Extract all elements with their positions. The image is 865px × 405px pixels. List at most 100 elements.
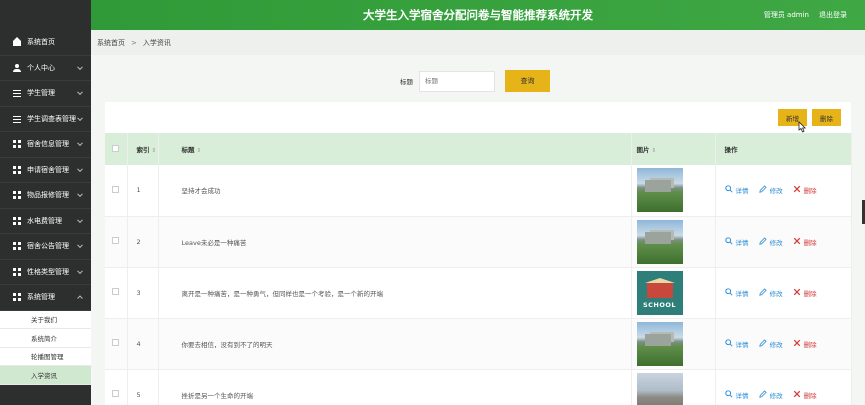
- row-index: 3: [127, 267, 159, 319]
- detail-button[interactable]: 详情: [724, 185, 749, 195]
- row-select-cell: [105, 165, 128, 217]
- row-checkbox[interactable]: [112, 390, 120, 397]
- submenu-item-intro[interactable]: 系统简介: [0, 329, 91, 348]
- search-bar: 标题 查询: [400, 70, 550, 92]
- grid-icon: [13, 191, 21, 200]
- row-index: 4: [127, 318, 159, 370]
- submenu-item-about[interactable]: 关于我们: [0, 311, 91, 329]
- detail-button[interactable]: 详情: [724, 338, 749, 349]
- select-all-checkbox[interactable]: [112, 144, 120, 152]
- delete-label: 删除: [803, 340, 817, 349]
- detail-button[interactable]: 详情: [724, 287, 749, 298]
- row-title: 坚持才会成功: [158, 165, 632, 217]
- delete-button[interactable]: 删除: [793, 390, 817, 400]
- delete-button[interactable]: 删除: [793, 288, 817, 298]
- batch-delete-button[interactable]: 删除: [812, 109, 841, 126]
- system-submenu: 关于我们 系统简介 轮播图管理 入学资讯: [0, 310, 91, 385]
- grid-icon: [13, 216, 21, 225]
- breadcrumb-current: 入学资讯: [142, 38, 171, 47]
- sidebar-item-dorm-application[interactable]: 申请宿舍管理: [0, 158, 91, 183]
- chevron-down-icon: [77, 64, 83, 70]
- row-checkbox[interactable]: [112, 339, 120, 346]
- detail-label: 详情: [735, 289, 749, 298]
- sort-icon[interactable]: ⇕: [197, 148, 202, 154]
- table-body: 1 坚持才会成功 详情 修改 删除 2 Leave未必是一种痛苦 详情 修改 删…: [105, 165, 852, 405]
- row-image[interactable]: [636, 321, 683, 366]
- row-select-cell: [105, 318, 128, 370]
- sidebar-item-system[interactable]: 系统管理: [0, 285, 91, 311]
- close-icon: [793, 339, 804, 349]
- row-image-cell: [631, 165, 716, 217]
- chevron-down-icon: [77, 89, 83, 96]
- close-icon: [793, 288, 804, 298]
- edit-button[interactable]: 修改: [758, 389, 783, 400]
- close-icon: [793, 185, 804, 195]
- detail-label: 详情: [735, 238, 749, 247]
- edit-button[interactable]: 修改: [758, 287, 783, 298]
- title-search-input[interactable]: [419, 70, 495, 92]
- delete-button[interactable]: 删除: [793, 237, 817, 247]
- sidebar-item-repair[interactable]: 物品报修管理: [0, 183, 91, 209]
- row-image-cell: SCHOOL: [631, 267, 716, 319]
- sidebar-item-personal-center[interactable]: 个人中心: [0, 56, 91, 81]
- delete-label: 删除: [803, 238, 817, 247]
- row-image[interactable]: SCHOOL: [636, 270, 683, 315]
- table-row: 2 Leave未必是一种痛苦 详情 修改 删除: [105, 216, 852, 268]
- row-image-cell: [631, 369, 716, 405]
- search-icon: [724, 287, 736, 298]
- row-index: 2: [127, 216, 159, 268]
- search-icon: [724, 389, 736, 400]
- row-image-cell: [631, 318, 716, 370]
- chevron-down-icon: [77, 166, 83, 172]
- app-title: 大学生入学宿舍分配问卷与智能推荐系统开发: [363, 8, 593, 22]
- sidebar-item-student-management[interactable]: 学生管理: [0, 81, 91, 107]
- row-checkbox[interactable]: [112, 288, 120, 295]
- logout-link[interactable]: 退出登录: [819, 10, 847, 20]
- index-header-label: 索引: [136, 146, 150, 154]
- table-row: 4 你要去相信，没有到不了的明天 详情 修改 删除: [105, 318, 852, 370]
- search-icon: [724, 185, 736, 195]
- sidebar-item-dorm-info[interactable]: 宿舍信息管理: [0, 132, 91, 158]
- row-image[interactable]: [636, 372, 683, 405]
- sidebar-item-utilities[interactable]: 水电费管理: [0, 209, 91, 234]
- table-header-row: 索引 ⇕ 标题 ⇕ 图片 ⇕ 操作: [105, 133, 852, 165]
- detail-label: 详情: [735, 340, 749, 349]
- row-image[interactable]: [636, 168, 683, 213]
- home-icon: [13, 37, 21, 47]
- row-checkbox[interactable]: [112, 185, 120, 193]
- query-button[interactable]: 查询: [505, 70, 550, 92]
- sidebar-item-announcements[interactable]: 宿舍公告管理: [0, 234, 91, 260]
- delete-button[interactable]: 删除: [793, 185, 817, 195]
- chevron-down-icon: [77, 242, 83, 249]
- row-actions: 详情 修改 删除: [715, 165, 852, 217]
- sidebar-item-home[interactable]: 系统首页: [0, 30, 91, 56]
- edit-button[interactable]: 修改: [758, 185, 783, 195]
- sort-icon[interactable]: ⇕: [652, 148, 657, 154]
- sidebar-item-personality[interactable]: 性格类型管理: [0, 260, 91, 285]
- breadcrumb-home[interactable]: 系统首页: [97, 38, 125, 48]
- row-checkbox[interactable]: [112, 237, 120, 244]
- submenu-item-news[interactable]: 入学资讯: [0, 366, 91, 385]
- detail-button[interactable]: 详情: [724, 236, 749, 247]
- select-all-cell: [105, 133, 128, 165]
- edit-label: 修改: [769, 340, 783, 349]
- detail-label: 详情: [735, 391, 749, 400]
- delete-button[interactable]: 删除: [793, 339, 817, 349]
- sidebar-item-label: 水电费管理: [27, 216, 62, 225]
- breadcrumb-separator: >: [131, 38, 137, 47]
- sidebar-item-survey-management[interactable]: 学生调查表管理: [0, 107, 91, 132]
- column-header-image: 图片 ⇕: [631, 133, 716, 165]
- row-title: 你要去相信，没有到不了的明天: [158, 318, 632, 370]
- delete-label: 删除: [803, 289, 817, 298]
- row-title: Leave未必是一种痛苦: [158, 216, 632, 268]
- sidebar-item-label: 个人中心: [27, 63, 55, 72]
- chevron-down-icon: [77, 217, 83, 223]
- detail-button[interactable]: 详情: [724, 389, 749, 400]
- submenu-item-carousel[interactable]: 轮播图管理: [0, 348, 91, 366]
- sort-icon[interactable]: ⇕: [152, 148, 157, 154]
- row-image[interactable]: [636, 219, 683, 264]
- edit-button[interactable]: 修改: [758, 236, 783, 247]
- sidebar-item-label: 宿舍公告管理: [27, 242, 69, 251]
- edit-button[interactable]: 修改: [758, 338, 783, 349]
- row-index: 1: [127, 165, 159, 217]
